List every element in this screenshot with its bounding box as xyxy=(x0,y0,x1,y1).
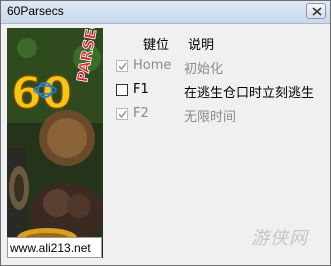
hotkey-checkbox[interactable] xyxy=(116,84,128,96)
checkmark-icon xyxy=(118,110,127,119)
close-button[interactable] xyxy=(306,3,326,19)
hotkey-key: F1 xyxy=(133,82,149,97)
checkmark-icon xyxy=(118,62,127,71)
hotkey-description: 初始化 xyxy=(184,62,224,77)
close-icon xyxy=(312,7,322,16)
hotkey-description: 无限时间 xyxy=(184,110,237,125)
column-header-key: 键位 xyxy=(143,38,170,53)
title-bar[interactable]: 60Parsecs xyxy=(1,1,330,24)
hotkey-checkbox[interactable] xyxy=(116,108,128,120)
column-header-description: 说明 xyxy=(188,38,215,53)
hotkey-description: 在逃生仓口时立刻逃生 xyxy=(184,86,315,101)
site-url: www.ali213.net xyxy=(10,241,91,255)
hotkey-row-f1[interactable]: F1 在逃生仓口时立刻逃生 xyxy=(113,81,323,101)
hotkey-checkbox[interactable] xyxy=(116,60,128,72)
hotkey-row-f2[interactable]: F2 无限时间 xyxy=(113,105,323,125)
trainer-window: 60Parsecs 60 PARSECS! www.ali213.net 键位 … xyxy=(0,0,331,266)
watermark: 游侠网 xyxy=(251,228,308,249)
window-title: 60Parsecs xyxy=(7,4,64,18)
hotkey-row-home[interactable]: Home 初始化 xyxy=(113,57,323,77)
hotkey-key: F2 xyxy=(133,106,149,121)
site-url-label: www.ali213.net xyxy=(7,237,102,258)
hotkey-key: Home xyxy=(133,58,172,73)
game-banner-image: 60 PARSECS! xyxy=(7,28,103,258)
